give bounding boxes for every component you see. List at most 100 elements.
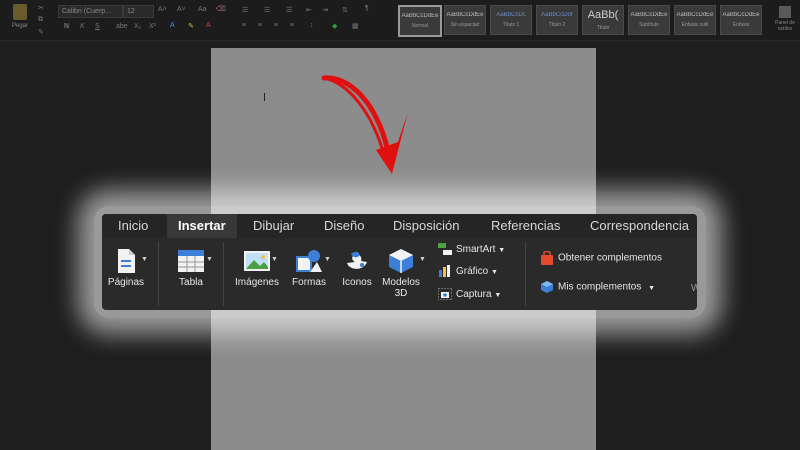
underline-icon[interactable]: S: [95, 23, 100, 30]
icons-button[interactable]: Iconos: [337, 248, 377, 288]
smartart-button[interactable]: SmartArt ▼: [438, 243, 505, 257]
strikethrough-icon[interactable]: abe: [116, 23, 128, 30]
3d-models-button[interactable]: Modelos 3D: [379, 248, 423, 299]
shapes-icon: [296, 250, 322, 272]
get-addins-button[interactable]: Obtener complementos: [540, 251, 662, 265]
smartart-caret-icon[interactable]: ▼: [498, 247, 505, 254]
sort-icon[interactable]: ⇅: [342, 6, 348, 14]
screenshot-caret-icon[interactable]: ▼: [494, 292, 501, 299]
increase-indent-icon[interactable]: ⇥: [322, 6, 328, 14]
style-heading-1[interactable]: AaBbCcDc Título 1: [490, 5, 532, 35]
line-spacing-icon[interactable]: ↕: [310, 22, 314, 29]
numbering-icon[interactable]: ☰: [264, 6, 270, 14]
tab-insertar[interactable]: Insertar: [167, 214, 237, 238]
wikipedia-button[interactable]: W: [691, 282, 697, 296]
3d-models-label-2: 3D: [394, 288, 408, 299]
font-size-field[interactable]: 12: [123, 5, 154, 18]
font-color-icon[interactable]: A: [206, 22, 211, 29]
style-title[interactable]: AaBb( Título: [582, 5, 624, 35]
tab-correspondencia[interactable]: Correspondencia: [590, 214, 689, 238]
style-normal[interactable]: AaBbCcDdEe Normal: [398, 5, 442, 37]
bold-icon[interactable]: N: [64, 23, 69, 30]
align-right-icon[interactable]: ≡: [274, 22, 278, 29]
screenshot-label: Captura: [456, 289, 492, 300]
separator: [223, 242, 224, 306]
insert-ribbon: Inicio Insertar Dibujar Diseño Disposici…: [102, 214, 697, 310]
shading-icon[interactable]: ◆: [332, 22, 337, 30]
style-name: Título 1: [502, 22, 520, 28]
chart-label: Gráfico: [456, 266, 489, 277]
multilevel-icon[interactable]: ☰: [286, 6, 292, 14]
style-name: Título 2: [548, 22, 566, 28]
clipboard-icon: [13, 4, 27, 20]
tab-inicio[interactable]: Inicio: [118, 214, 148, 238]
table-button[interactable]: Tabla: [172, 248, 210, 288]
ribbon-tabs: Inicio Insertar Dibujar Diseño Disposici…: [102, 214, 697, 238]
font-size-value: 12: [127, 8, 135, 15]
style-sample: AaBbCcDdEe: [722, 12, 760, 18]
tab-disposicion[interactable]: Disposición: [393, 214, 459, 238]
chart-caret-icon[interactable]: ▼: [491, 269, 498, 276]
paste-label: Pegar: [11, 23, 28, 29]
shapes-button[interactable]: Formas: [288, 248, 330, 288]
bullets-icon[interactable]: ☰: [242, 6, 248, 14]
decrease-indent-icon[interactable]: ⇤: [306, 6, 312, 14]
change-case-icon[interactable]: Aa: [198, 6, 207, 13]
style-name: Sin espaciad: [450, 22, 480, 28]
camera-icon: [438, 288, 452, 301]
paragraph-marks-icon[interactable]: ¶: [365, 5, 369, 12]
separator: [525, 242, 526, 306]
style-sample: AaBbCcDdEe: [630, 12, 668, 18]
addins-cube-icon: [541, 281, 553, 293]
screenshot-button[interactable]: Captura ▼: [438, 288, 501, 302]
chart-button[interactable]: Gráfico ▼: [438, 265, 498, 279]
style-subtitle[interactable]: AaBbCcDdEe Subtítulo: [628, 5, 670, 35]
styles-pane-button[interactable]: Panel de estilos: [770, 6, 800, 32]
style-sample: AaBb(: [587, 9, 619, 21]
paste-button[interactable]: Pegar: [6, 4, 34, 29]
table-label: Tabla: [179, 277, 203, 288]
images-button[interactable]: Imágenes: [232, 248, 282, 288]
style-heading-2[interactable]: AaBbCcDdr Título 2: [536, 5, 578, 35]
tab-dibujar[interactable]: Dibujar: [253, 214, 294, 238]
text-cursor: [264, 93, 265, 101]
tab-referencias[interactable]: Referencias: [491, 214, 560, 238]
pages-caret-icon[interactable]: ▼: [141, 256, 148, 263]
highlight-icon[interactable]: ✎: [188, 22, 194, 30]
cut-icon[interactable]: ✂: [38, 4, 44, 12]
shapes-caret-icon[interactable]: ▼: [324, 256, 331, 263]
3d-models-caret-icon[interactable]: ▼: [419, 256, 426, 263]
tab-diseno[interactable]: Diseño: [324, 214, 364, 238]
style-subtle-emphasis[interactable]: AaBbCcDdEe Énfasis sutil: [674, 5, 716, 35]
pages-label: Páginas: [107, 277, 145, 288]
copy-icon[interactable]: ⧉: [38, 16, 43, 24]
format-painter-icon[interactable]: ✎: [38, 28, 44, 36]
align-left-icon[interactable]: ≡: [242, 22, 246, 29]
images-caret-icon[interactable]: ▼: [271, 256, 278, 263]
subscript-icon[interactable]: X₂: [134, 23, 141, 30]
grow-font-icon[interactable]: A˄: [158, 6, 167, 13]
borders-icon[interactable]: ▦: [352, 22, 359, 30]
superscript-icon[interactable]: X²: [149, 23, 156, 30]
text-effects-icon[interactable]: A: [170, 22, 175, 29]
cube-icon: [389, 249, 413, 273]
my-addins-caret-icon[interactable]: ▼: [648, 285, 655, 292]
style-name: Subtítulo: [639, 22, 659, 28]
italic-icon[interactable]: K: [80, 23, 85, 30]
style-no-spacing[interactable]: AaBbCcDdEe Sin espaciad: [444, 5, 486, 35]
shrink-font-icon[interactable]: A˅: [177, 6, 186, 13]
my-addins-button[interactable]: Mis complementos ▼: [540, 280, 655, 294]
3d-models-label-1: Modelos: [382, 277, 420, 288]
font-name-field[interactable]: Calibri (Cuerp...: [58, 5, 123, 18]
align-center-icon[interactable]: ≡: [258, 22, 262, 29]
pages-button[interactable]: Páginas: [106, 248, 146, 288]
justify-icon[interactable]: ≡: [290, 22, 294, 29]
table-caret-icon[interactable]: ▼: [206, 256, 213, 263]
style-emphasis[interactable]: AaBbCcDdEe Énfasis: [720, 5, 762, 35]
icons-icon: [347, 251, 367, 269]
styles-pane-icon: [779, 6, 791, 18]
store-icon: [541, 251, 553, 265]
images-label: Imágenes: [235, 277, 279, 288]
image-icon: [244, 251, 270, 271]
clear-format-icon[interactable]: ⌫: [216, 5, 226, 13]
